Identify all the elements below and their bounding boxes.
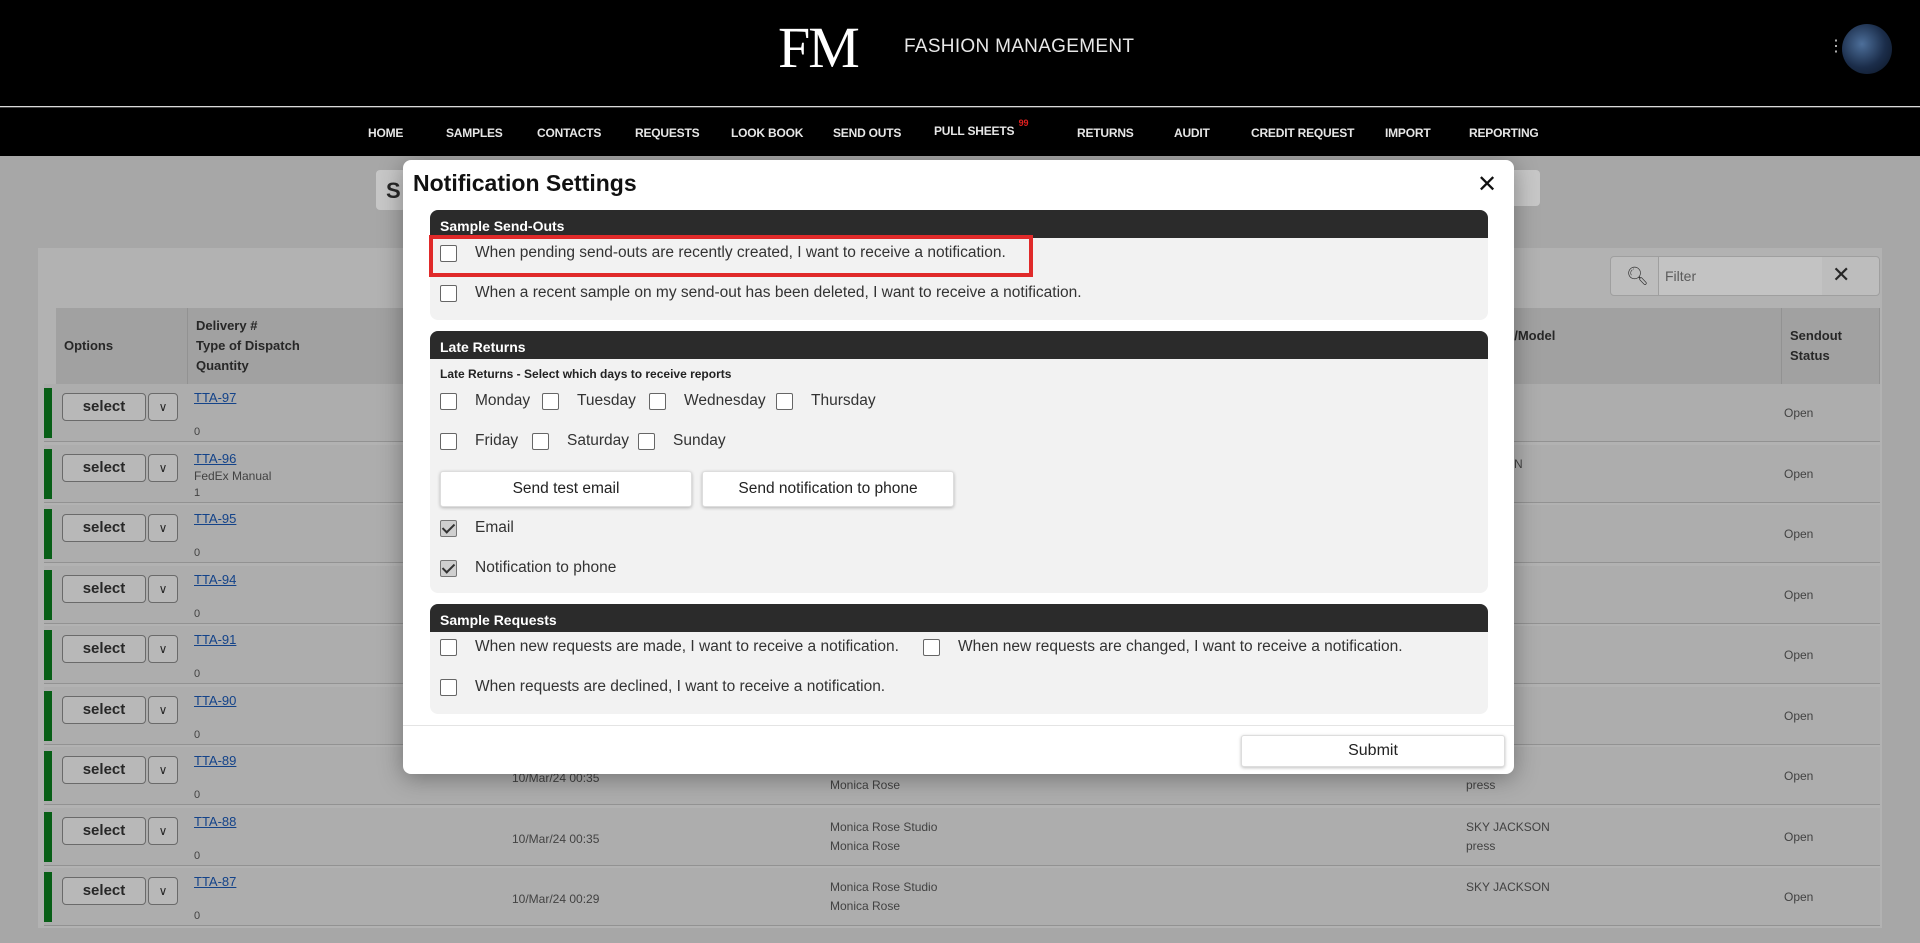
checkbox-box[interactable] (440, 432, 457, 450)
checkbox-box[interactable] (649, 392, 666, 410)
send-phone-notification-button[interactable]: Send notification to phone (702, 471, 954, 507)
checkbox-box[interactable] (776, 392, 793, 410)
checkbox-label: Tuesday (577, 392, 636, 409)
app-logo[interactable]: FM (778, 14, 860, 81)
checkbox-label: When new requests are made, I want to re… (475, 638, 899, 655)
checkbox-day-saturday[interactable]: Saturday (532, 432, 629, 450)
nav-audit[interactable]: AUDIT (1174, 126, 1210, 140)
checkbox-day-wednesday[interactable]: Wednesday (649, 392, 766, 410)
checkbox-box[interactable] (440, 678, 457, 696)
checkbox-day-friday[interactable]: Friday (440, 432, 518, 450)
checkbox-box[interactable] (440, 638, 457, 656)
checkbox-box[interactable] (440, 392, 457, 410)
checkbox-box[interactable] (440, 284, 457, 302)
checkbox-box[interactable] (923, 638, 940, 656)
nav-samples[interactable]: SAMPLES (446, 126, 503, 140)
checkbox-label: Notification to phone (475, 559, 617, 576)
nav-contacts[interactable]: CONTACTS (537, 126, 601, 140)
checkbox-box[interactable] (532, 432, 549, 450)
checkbox-email[interactable]: Email (440, 519, 514, 537)
nav-credit-request[interactable]: CREDIT REQUEST (1251, 126, 1354, 140)
pull-sheets-badge: 99 (1018, 118, 1029, 128)
checkbox-label: Sunday (673, 432, 726, 449)
checkbox-requests-declined[interactable]: When requests are declined, I want to re… (440, 678, 885, 696)
checkbox-label: Saturday (567, 432, 630, 449)
modal-title: Notification Settings (413, 170, 637, 196)
checkbox-day-thursday[interactable]: Thursday (776, 392, 876, 410)
nav-import[interactable]: IMPORT (1385, 126, 1431, 140)
checkbox-box[interactable] (542, 392, 559, 410)
checkbox-box-checked[interactable] (440, 519, 457, 537)
checkbox-box-checked[interactable] (440, 559, 457, 577)
section-title: Sample Requests (430, 604, 1488, 632)
late-returns-subtitle: Late Returns - Select which days to rece… (440, 367, 732, 381)
submit-button[interactable]: Submit (1241, 735, 1505, 767)
nav-pull-sheets-label: PULL SHEETS (934, 124, 1015, 138)
section-late-returns: Late Returns Late Returns - Select which… (430, 331, 1488, 593)
main-nav: HOME SAMPLES CONTACTS REQUESTS LOOK BOOK… (0, 107, 1920, 156)
checkbox-label: When a recent sample on my send-out has … (475, 284, 1082, 301)
checkbox-new-requests-made[interactable]: When new requests are made, I want to re… (440, 638, 899, 656)
checkbox-label: Email (475, 519, 514, 536)
modal-footer-divider (403, 725, 1514, 726)
nav-returns[interactable]: RETURNS (1077, 126, 1134, 140)
checkbox-label: Friday (475, 432, 519, 449)
send-test-email-button[interactable]: Send test email (440, 471, 692, 507)
checkbox-box[interactable] (638, 432, 655, 450)
user-avatar[interactable] (1842, 24, 1892, 74)
checkbox-label: Monday (475, 392, 531, 409)
checkbox-notification-to-phone[interactable]: Notification to phone (440, 559, 616, 577)
checkbox-label: When requests are declined, I want to re… (475, 678, 886, 695)
checkbox-label: Wednesday (684, 392, 766, 409)
nav-reporting[interactable]: REPORTING (1469, 126, 1539, 140)
nav-requests[interactable]: REQUESTS (635, 126, 700, 140)
nav-send-outs[interactable]: SEND OUTS (833, 126, 901, 140)
checkbox-label: When new requests are changed, I want to… (958, 638, 1403, 655)
section-title: Sample Send-Outs (430, 210, 1488, 238)
checkbox-sample-deleted[interactable]: When a recent sample on my send-out has … (440, 284, 1082, 302)
checkbox-label: Thursday (811, 392, 876, 409)
checkbox-day-sunday[interactable]: Sunday (638, 432, 726, 450)
close-icon[interactable]: ✕ (1477, 170, 1497, 199)
checkbox-new-requests-changed[interactable]: When new requests are changed, I want to… (923, 638, 1403, 656)
brand-name: FASHION MANAGEMENT (904, 36, 1135, 57)
nav-look-book[interactable]: LOOK BOOK (731, 126, 803, 140)
section-title: Late Returns (430, 331, 1488, 359)
top-header: FM FASHION MANAGEMENT ⋮ (0, 0, 1920, 106)
checkbox-day-tuesday[interactable]: Tuesday (542, 392, 636, 410)
highlight-annotation (429, 235, 1033, 277)
nav-home[interactable]: HOME (368, 126, 403, 140)
nav-pull-sheets[interactable]: PULL SHEETS 99 (934, 118, 1028, 138)
section-sample-requests: Sample Requests When new requests are ma… (430, 604, 1488, 714)
checkbox-day-monday[interactable]: Monday (440, 392, 530, 410)
